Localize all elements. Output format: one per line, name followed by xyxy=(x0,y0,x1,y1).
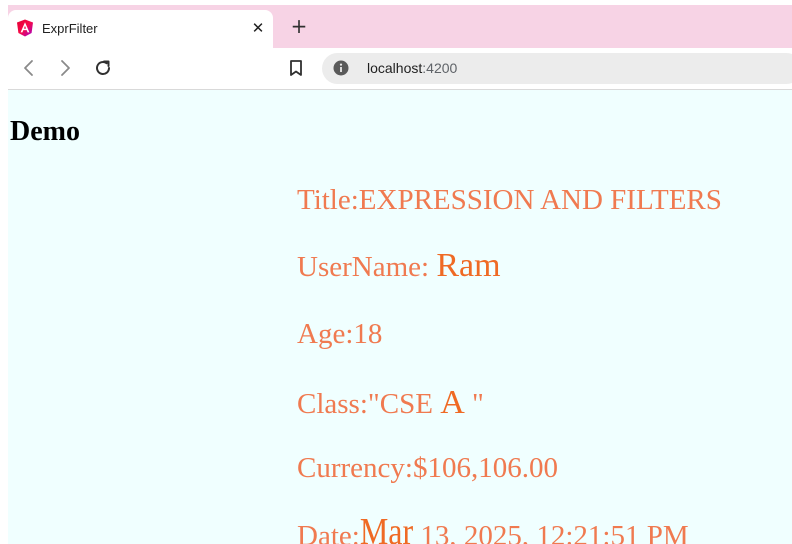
title-line: Title:EXPRESSION AND FILTERS xyxy=(297,186,722,215)
username-line: UserName: Ram xyxy=(297,249,501,283)
back-arrow-icon[interactable] xyxy=(18,57,40,79)
page-heading: Demo xyxy=(10,116,80,147)
forward-arrow-icon[interactable] xyxy=(54,57,76,79)
site-info-icon[interactable] xyxy=(333,60,349,76)
username-value: Ram xyxy=(436,247,501,284)
close-tab-icon[interactable]: ✕ xyxy=(248,18,268,38)
username-label: UserName: xyxy=(297,251,430,283)
url-port: :4200 xyxy=(422,60,458,76)
browser-toolbar: localhost:4200 xyxy=(8,48,792,90)
age-label: Age: xyxy=(297,318,354,350)
browser-window: ExprFilter ✕ + localhost:4200 Demo Title… xyxy=(8,5,792,544)
page-viewport: Demo Title:EXPRESSION AND FILTERS UserNa… xyxy=(8,90,792,544)
class-line: Class:"CSE A " xyxy=(297,386,484,420)
bookmark-icon[interactable] xyxy=(285,57,307,79)
tab-title: ExprFilter xyxy=(42,21,98,36)
tab-strip: ExprFilter ✕ + xyxy=(8,5,792,48)
url-host: localhost xyxy=(367,60,423,76)
date-month: Mar xyxy=(359,509,414,544)
class-value: A xyxy=(440,384,465,421)
url-text[interactable]: localhost:4200 xyxy=(367,60,457,76)
reload-icon[interactable] xyxy=(92,57,114,79)
date-line: Date:Mar 13, 2025, 12:21:51 PM xyxy=(297,512,689,544)
currency-value: $106,106.00 xyxy=(412,452,558,484)
currency-line: Currency:$106,106.00 xyxy=(297,454,558,483)
title-value: EXPRESSION AND FILTERS xyxy=(358,184,722,216)
address-bar[interactable]: localhost:4200 xyxy=(322,53,792,84)
age-value: 18 xyxy=(353,318,383,350)
tab-exprfilter[interactable]: ExprFilter ✕ xyxy=(8,10,273,48)
class-label: Class:"CSE xyxy=(297,388,433,420)
title-label: Title: xyxy=(297,184,359,216)
age-line: Age:18 xyxy=(297,320,382,349)
currency-label: Currency: xyxy=(297,452,413,484)
angular-logo-icon xyxy=(17,19,33,37)
class-suffix: " xyxy=(472,388,484,420)
date-rest: 13, 2025, 12:21:51 PM xyxy=(420,520,689,544)
date-label: Date: xyxy=(297,520,360,544)
new-tab-button[interactable]: + xyxy=(288,15,310,37)
